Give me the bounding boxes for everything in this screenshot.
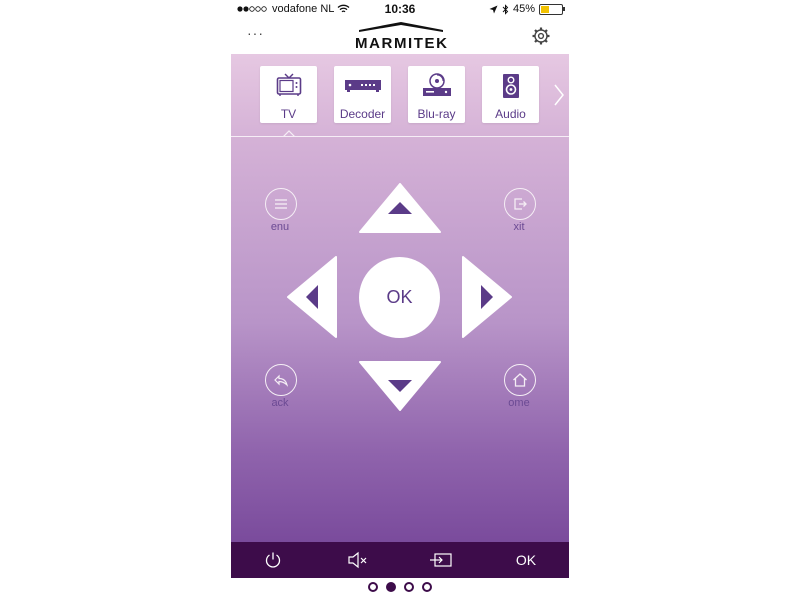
tv-icon [276, 73, 301, 96]
marmitek-logo: MARMITEK [355, 22, 447, 51]
input-source-icon [430, 553, 452, 567]
page-dot[interactable] [422, 582, 432, 592]
logo-text: MARMITEK [355, 35, 447, 51]
home-button[interactable] [504, 364, 536, 396]
dpad-left-button[interactable] [287, 256, 337, 338]
menu-lines-icon [275, 199, 287, 209]
back-arrow-icon [274, 374, 289, 387]
page-dot[interactable] [404, 582, 414, 592]
speaker-icon [502, 74, 519, 98]
device-selector: TV Decoder Blu-ray Audio [231, 54, 569, 137]
power-button[interactable] [253, 542, 293, 578]
device-label: Blu-ray [417, 107, 456, 121]
battery-tip [563, 6, 565, 11]
dpad-up-button[interactable] [359, 183, 441, 233]
device-divider [231, 136, 569, 137]
device-tab-audio[interactable]: Audio [482, 66, 539, 123]
bottom-toolbar: OK [231, 542, 569, 578]
back-button[interactable] [265, 364, 297, 396]
decoder-icon [344, 80, 381, 92]
ok-button[interactable]: OK [359, 257, 440, 338]
mute-button[interactable] [338, 542, 378, 578]
settings-gear-icon[interactable] [531, 26, 551, 46]
home-label: ome [508, 397, 530, 409]
mute-speaker-icon [348, 551, 367, 569]
page-indicator [231, 582, 569, 596]
remote-panel: TV Decoder Blu-ray Audio enu xit ack ome… [231, 54, 569, 542]
exit-icon [514, 198, 527, 210]
bottom-ok-button[interactable]: OK [506, 542, 546, 578]
exit-label: xit [513, 221, 525, 233]
input-source-button[interactable] [421, 542, 461, 578]
more-options-icon[interactable]: ··· [247, 25, 264, 41]
status-bar: vodafone NL 10:36 45% [231, 0, 569, 18]
device-tab-tv[interactable]: TV [260, 66, 317, 123]
dpad-right-button[interactable] [462, 256, 512, 338]
bluetooth-icon [502, 3, 509, 15]
back-label: ack [271, 397, 289, 409]
phone-screen: vodafone NL 10:36 45% ··· MARMITEK TV De… [231, 0, 569, 600]
app-header: ··· MARMITEK [231, 18, 569, 54]
exit-button[interactable] [504, 188, 536, 220]
battery-icon [539, 3, 565, 15]
power-icon [265, 552, 281, 568]
battery-level [541, 5, 549, 13]
page-dot[interactable] [368, 582, 378, 592]
page-dot[interactable] [386, 582, 396, 592]
device-label: Decoder [339, 107, 386, 121]
device-label: TV [280, 107, 297, 121]
dpad-down-button[interactable] [359, 361, 441, 411]
device-tab-bluray[interactable]: Blu-ray [408, 66, 465, 123]
device-label: Audio [495, 107, 526, 121]
home-icon [513, 373, 527, 387]
menu-label: enu [270, 221, 290, 233]
chevron-right-icon[interactable] [553, 84, 565, 106]
bluray-icon [422, 73, 451, 96]
menu-button[interactable] [265, 188, 297, 220]
device-tab-decoder[interactable]: Decoder [334, 66, 391, 123]
location-arrow-icon [489, 5, 498, 13]
battery-percent: 45% [512, 3, 535, 15]
status-right: 45% [489, 3, 565, 15]
